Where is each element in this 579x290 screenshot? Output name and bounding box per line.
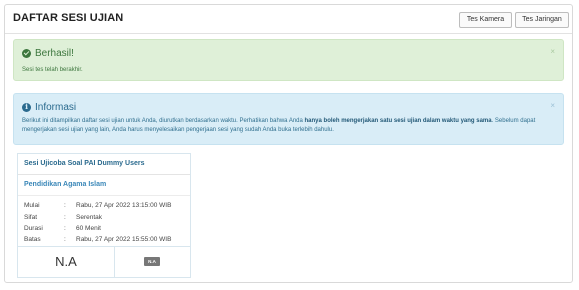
info-alert: Informasi Berikut ini ditampilkan daftar… <box>13 93 564 145</box>
detail-row-duration: Durasi: 60 Menit <box>24 225 101 232</box>
test-camera-button[interactable]: Tes Kamera <box>459 12 512 28</box>
info-message-part1: Berikut ini ditampilkan daftar sesi ujia… <box>22 118 305 124</box>
session-subject[interactable]: Pendidikan Agama Islam <box>24 181 106 188</box>
detail-separator: : <box>64 202 66 209</box>
detail-separator: : <box>64 214 66 221</box>
detail-label: Sifat <box>24 214 38 221</box>
info-message-bold: hanya boleh mengerjakan satu sesi ujian … <box>304 118 492 124</box>
success-alert: Berhasil! Sesi tes telah berakhir. × <box>13 39 564 81</box>
session-card-footer: N.A N.A <box>18 246 190 277</box>
session-score: N.A <box>18 247 115 277</box>
detail-row-type: Sifat: Serentak <box>24 214 102 221</box>
info-alert-title-text: Informasi <box>35 102 77 113</box>
detail-value: 60 Menit <box>76 225 101 232</box>
exam-session-panel: DAFTAR SESI UJIAN Tes Kamera Tes Jaringa… <box>4 4 573 283</box>
detail-row-start: Mulai: Rabu, 27 Apr 2022 13:15:00 WIB <box>24 202 171 209</box>
detail-label: Batas <box>24 236 41 243</box>
close-icon[interactable]: × <box>550 47 555 56</box>
session-card[interactable]: Sesi Ujicoba Soal PAI Dummy Users Pendid… <box>17 153 191 278</box>
info-circle-icon <box>22 102 31 112</box>
info-alert-message: Berikut ini ditampilkan daftar sesi ujia… <box>22 117 549 135</box>
info-alert-title: Informasi <box>22 102 76 113</box>
page-title: DAFTAR SESI UJIAN <box>13 12 124 24</box>
session-name[interactable]: Sesi Ujicoba Soal PAI Dummy Users <box>18 154 190 175</box>
detail-value: Serentak <box>76 214 103 221</box>
divider <box>18 195 190 196</box>
grade-badge: N.A <box>144 257 160 266</box>
close-icon[interactable]: × <box>550 101 555 110</box>
success-alert-title-text: Berhasil! <box>35 48 74 59</box>
detail-label: Durasi <box>24 225 43 232</box>
detail-separator: : <box>64 236 66 243</box>
detail-value: Rabu, 27 Apr 2022 15:55:00 WIB <box>76 236 172 243</box>
test-network-button[interactable]: Tes Jaringan <box>515 12 569 28</box>
detail-row-deadline: Batas: Rabu, 27 Apr 2022 15:55:00 WIB <box>24 236 171 243</box>
check-circle-icon <box>22 49 31 58</box>
success-alert-title: Berhasil! <box>22 48 74 59</box>
detail-label: Mulai <box>24 202 40 209</box>
success-alert-message: Sesi tes telah berakhir. <box>22 67 83 73</box>
detail-value: Rabu, 27 Apr 2022 13:15:00 WIB <box>76 202 172 209</box>
panel-header: DAFTAR SESI UJIAN Tes Kamera Tes Jaringa… <box>5 5 572 34</box>
detail-separator: : <box>64 225 66 232</box>
